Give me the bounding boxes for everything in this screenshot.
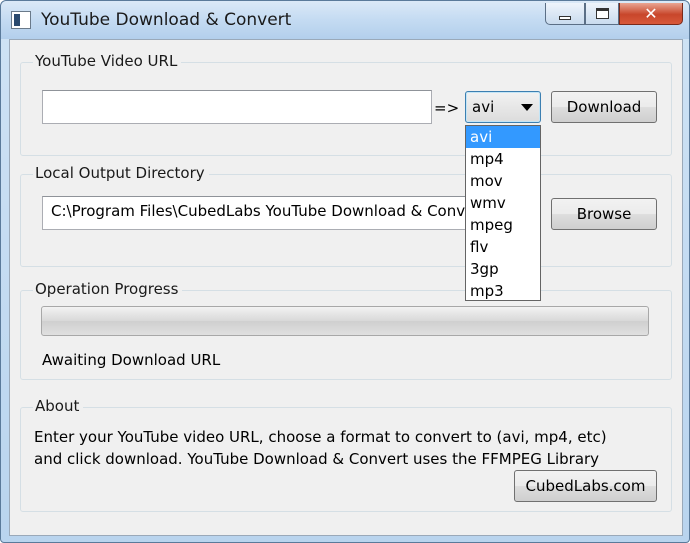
status-text: Awaiting Download URL [42, 351, 221, 369]
url-input[interactable] [42, 90, 432, 124]
format-dropdown-list[interactable]: avi mp4 mov wmv mpeg flv 3gp mp3 [465, 125, 541, 301]
output-directory-input[interactable]: C:\Program Files\CubedLabs YouTube Downl… [42, 196, 500, 230]
about-line-2: and click download. YouTube Download & C… [34, 450, 600, 468]
client-area: YouTube Video URL => avi Download Local … [9, 39, 683, 536]
format-option-avi[interactable]: avi [466, 126, 540, 148]
minimize-icon [559, 15, 571, 20]
progress-group-label: Operation Progress [33, 280, 183, 298]
app-icon[interactable] [11, 11, 31, 29]
format-option-flv[interactable]: flv [466, 236, 540, 258]
window-title: YouTube Download & Convert [41, 10, 292, 30]
format-option-wmv[interactable]: wmv [466, 192, 540, 214]
format-select[interactable]: avi [465, 91, 541, 123]
format-select-value: avi [472, 98, 495, 116]
arrow-label: => [434, 99, 460, 117]
minimize-button[interactable] [545, 3, 585, 25]
browse-button[interactable]: Browse [551, 198, 657, 230]
format-option-mp3[interactable]: mp3 [466, 280, 540, 302]
output-group-label: Local Output Directory [33, 164, 209, 182]
title-bar[interactable]: YouTube Download & Convert ✕ [1, 1, 689, 39]
cubedlabs-link-button[interactable]: CubedLabs.com [514, 470, 657, 502]
download-button[interactable]: Download [551, 91, 657, 123]
progress-bar [41, 306, 649, 336]
maximize-icon [595, 8, 609, 19]
app-window: YouTube Download & Convert ✕ YouTube Vid… [0, 0, 690, 543]
format-option-mpeg[interactable]: mpeg [466, 214, 540, 236]
chevron-down-icon [521, 104, 533, 111]
url-group-label: YouTube Video URL [33, 52, 182, 70]
about-text: Enter your YouTube video URL, choose a f… [34, 426, 644, 470]
maximize-button[interactable] [585, 3, 619, 25]
about-line-1: Enter your YouTube video URL, choose a f… [34, 428, 607, 446]
format-option-mp4[interactable]: mp4 [466, 148, 540, 170]
close-button[interactable]: ✕ [619, 3, 683, 25]
close-icon: ✕ [644, 3, 658, 23]
about-group-label: About [33, 397, 84, 415]
format-option-mov[interactable]: mov [466, 170, 540, 192]
format-option-3gp[interactable]: 3gp [466, 258, 540, 280]
